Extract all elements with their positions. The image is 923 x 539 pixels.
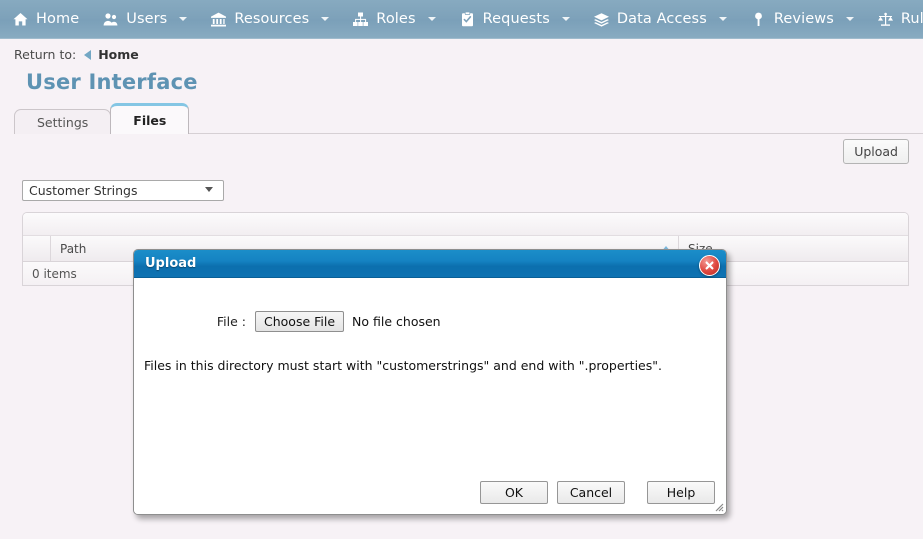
directory-select[interactable]: Customer Strings bbox=[22, 180, 224, 201]
chevron-down-icon[interactable] bbox=[846, 17, 854, 21]
help-button[interactable]: Help bbox=[647, 481, 715, 504]
nav-item-rules[interactable]: Rules bbox=[865, 0, 923, 38]
back-arrow-icon bbox=[84, 50, 91, 60]
nav-item-data-access[interactable]: Data Access bbox=[581, 0, 738, 38]
grid-toolbar bbox=[23, 213, 908, 236]
tab-settings-label: Settings bbox=[37, 115, 88, 130]
users-icon bbox=[102, 11, 119, 28]
tab-settings[interactable]: Settings bbox=[14, 109, 111, 134]
tab-bar: Settings Files bbox=[14, 107, 923, 134]
clipboard-icon bbox=[459, 11, 476, 28]
grid-item-count: 0 items bbox=[32, 267, 77, 281]
resize-grip-icon[interactable] bbox=[712, 500, 724, 512]
grid-header-select-all[interactable] bbox=[23, 236, 51, 261]
dialog-body: File : Choose File No file chosen Files … bbox=[134, 278, 726, 514]
tab-files-label: Files bbox=[133, 113, 166, 128]
nav-item-data-access-label: Data Access bbox=[617, 11, 707, 27]
bank-icon bbox=[210, 11, 227, 28]
magnifier-icon bbox=[750, 11, 767, 28]
nav-item-requests-label: Requests bbox=[483, 11, 550, 27]
nav-item-resources[interactable]: Resources bbox=[198, 0, 340, 38]
nav-item-users[interactable]: Users bbox=[90, 0, 198, 38]
breadcrumb: Return to: Home bbox=[14, 47, 139, 62]
chevron-down-icon[interactable] bbox=[428, 17, 436, 21]
tab-files[interactable]: Files bbox=[110, 103, 189, 134]
breadcrumb-home-link[interactable]: Home bbox=[98, 47, 139, 62]
nav-item-roles-label: Roles bbox=[376, 11, 415, 27]
close-icon[interactable] bbox=[699, 255, 720, 276]
upload-button[interactable]: Upload bbox=[843, 139, 909, 164]
selected-file-name: No file chosen bbox=[352, 314, 441, 329]
main-navigation-bar: Home Users Resources bbox=[0, 0, 923, 39]
nav-item-home[interactable]: Home bbox=[0, 0, 90, 38]
nav-item-reviews-label: Reviews bbox=[774, 11, 834, 27]
dialog-note-text: Files in this directory must start with … bbox=[144, 358, 662, 373]
ok-button[interactable]: OK bbox=[480, 481, 548, 504]
grid-header-path-label: Path bbox=[60, 242, 86, 256]
nav-item-resources-label: Resources bbox=[234, 11, 309, 27]
upload-dialog: Upload File : Choose File No file chosen… bbox=[133, 249, 727, 515]
dialog-footer: OK Cancel Help bbox=[134, 481, 726, 504]
chevron-down-icon[interactable] bbox=[562, 17, 570, 21]
nav-item-users-label: Users bbox=[126, 11, 167, 27]
layers-icon bbox=[593, 11, 610, 28]
nav-item-requests[interactable]: Requests bbox=[447, 0, 581, 38]
nav-item-roles[interactable]: Roles bbox=[340, 0, 446, 38]
scales-icon bbox=[877, 11, 894, 28]
chevron-down-icon[interactable] bbox=[179, 17, 187, 21]
dialog-title: Upload bbox=[134, 256, 196, 271]
choose-file-button[interactable]: Choose File bbox=[255, 311, 344, 332]
cancel-button[interactable]: Cancel bbox=[557, 481, 625, 504]
home-icon bbox=[12, 11, 29, 28]
file-input-row: File : Choose File No file chosen bbox=[134, 311, 726, 332]
nav-item-rules-label: Rules bbox=[901, 11, 923, 27]
nav-item-reviews[interactable]: Reviews bbox=[738, 0, 865, 38]
org-chart-icon bbox=[352, 11, 369, 28]
file-field-label: File : bbox=[134, 314, 255, 329]
nav-item-home-label: Home bbox=[36, 11, 79, 27]
chevron-down-icon[interactable] bbox=[719, 17, 727, 21]
toolbar: Upload bbox=[14, 139, 909, 169]
dialog-title-bar[interactable]: Upload bbox=[134, 250, 726, 278]
chevron-down-icon[interactable] bbox=[321, 17, 329, 21]
page-title: User Interface bbox=[26, 70, 198, 94]
breadcrumb-prefix: Return to: bbox=[14, 47, 76, 62]
